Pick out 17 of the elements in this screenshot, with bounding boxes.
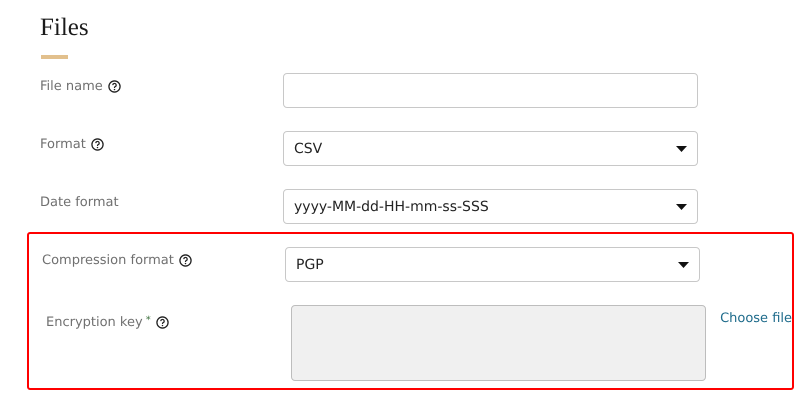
- field-label: Encryption key: [46, 315, 143, 330]
- help-icon[interactable]: [90, 138, 104, 151]
- dropdown-field[interactable]: yyyy-MM-dd-HH-mm-ss-SSS: [283, 189, 698, 224]
- field-label: Compression format: [42, 253, 174, 268]
- caret-icon: [676, 204, 687, 210]
- dropdown-field[interactable]: CSV: [283, 131, 698, 166]
- file-name-field[interactable]: [283, 73, 698, 108]
- help-icon[interactable]: [178, 254, 192, 267]
- field-label: Date format: [40, 195, 119, 210]
- dropdown-field[interactable]: PGP: [285, 247, 700, 282]
- section-title: Files: [40, 14, 89, 42]
- caret-icon: [676, 146, 687, 152]
- caret-icon: [678, 262, 689, 268]
- field-label: Format: [40, 137, 86, 152]
- field-label: File name: [40, 79, 103, 94]
- help-icon[interactable]: [108, 80, 121, 93]
- required-mark: *: [146, 315, 151, 326]
